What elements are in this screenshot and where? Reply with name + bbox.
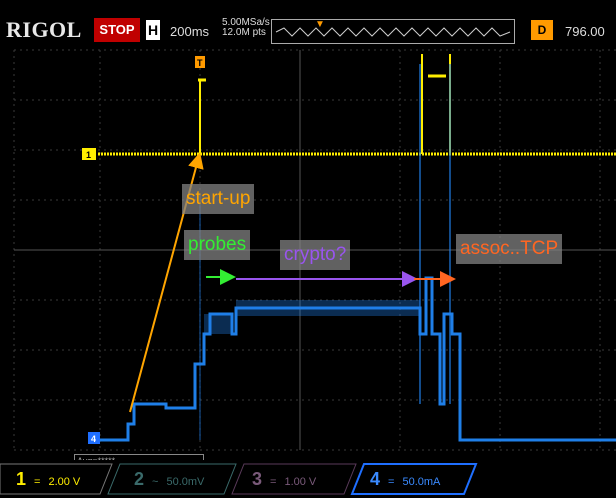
memory-overview[interactable]	[271, 19, 515, 44]
timebase-value[interactable]: 200ms	[170, 24, 209, 39]
annotation-startup: start-up	[182, 184, 255, 214]
svg-text:4: 4	[91, 434, 96, 444]
ch4-scale: 50.0mA	[402, 476, 441, 488]
ch4-number: 4	[370, 469, 381, 489]
trigger-position-icon: ▼	[315, 19, 325, 30]
annotation-probes: probes	[184, 230, 251, 260]
ch4-marker: 4	[88, 432, 100, 444]
ch2-number: 2	[134, 469, 145, 489]
waveform-display[interactable]: 1 T 4 start-up probes crypto? assoc..TCP	[0, 44, 616, 454]
memory-depth: 12.0M pts	[222, 27, 266, 38]
ch1-number: 1	[16, 469, 27, 489]
ch1-trace	[98, 54, 616, 156]
annotation-crypto: crypto?	[280, 240, 351, 270]
svg-text:T: T	[197, 58, 203, 68]
memory-waveform	[275, 27, 511, 37]
ch4-info[interactable]: 4 = 50.0mA	[370, 466, 440, 492]
horizontal-label: H	[146, 20, 160, 40]
acquisition-info: 5.00MSa/s 12.0M pts	[222, 18, 270, 38]
ch1-coupling: =	[34, 476, 41, 488]
trigger-marker: T	[195, 56, 205, 68]
ch1-info[interactable]: 1 = 2.00 V	[16, 466, 80, 492]
svg-text:1: 1	[86, 150, 91, 160]
delay-value[interactable]: 796.00	[565, 24, 605, 39]
ch3-coupling: =	[270, 476, 277, 488]
ch2-scale: 50.0mV	[166, 476, 205, 488]
ch1-marker: 1	[82, 148, 96, 160]
brand-logo: RIGOL	[6, 17, 82, 42]
ch3-info[interactable]: 3 = 1.00 V	[252, 466, 316, 492]
ch4-coupling: =	[388, 476, 395, 488]
annotation-assoc: assoc..TCP	[456, 234, 563, 264]
ch2-info[interactable]: 2 ~50.0mV	[134, 466, 204, 492]
ch3-scale: 1.00 V	[284, 476, 317, 488]
run-stop-status[interactable]: STOP	[94, 18, 140, 42]
ch1-scale: 2.00 V	[48, 476, 81, 488]
top-status-bar: RIGOL STOP H 200ms 5.00MSa/s 12.0M pts ▼…	[0, 0, 616, 44]
ch3-number: 3	[252, 469, 263, 489]
ch2-coupling: ~	[152, 476, 159, 488]
channel-bar: 1 = 2.00 V 2 ~50.0mV 3 = 1.00 V 4 = 50.0mA	[0, 460, 616, 498]
delay-label: D	[531, 20, 553, 40]
